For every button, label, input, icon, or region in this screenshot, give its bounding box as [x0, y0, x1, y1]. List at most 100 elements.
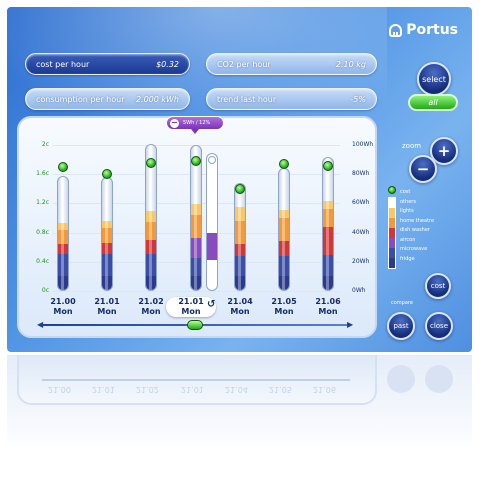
cost-button[interactable]: cost — [425, 273, 451, 299]
reflection-past-button — [387, 365, 415, 393]
right-axis-tick: 100Wh — [352, 141, 374, 148]
x-axis-date: 21.06 — [315, 297, 341, 306]
co2-per-hour-label: CO2 per hour — [217, 59, 271, 69]
x-axis-date: 21.05 — [271, 297, 297, 306]
x-axis-label[interactable]: 21.00 Mon — [43, 297, 83, 317]
left-axis-tick: 1.2c — [36, 199, 49, 207]
legend-cost-dot — [388, 186, 396, 194]
bar-stack[interactable] — [322, 156, 334, 291]
bar-shine — [238, 183, 241, 290]
trend-last-hour-value: -5% — [350, 94, 366, 104]
callout-pointer — [191, 129, 199, 134]
x-axis-label[interactable]: 21.01 Mon — [171, 297, 211, 317]
callout-text: 5Wh / 12% — [183, 120, 211, 126]
bar-stack[interactable] — [101, 177, 113, 291]
cost-point[interactable] — [279, 158, 289, 169]
zoom-label: zoom — [402, 142, 422, 150]
scroll-left-arrow-icon[interactable]: ◀ — [37, 320, 43, 329]
bar-shine — [326, 157, 329, 290]
left-axis-tick: 0c — [41, 287, 49, 294]
x-axis-label[interactable]: 21.05 Mon — [264, 297, 304, 317]
reflection-track — [42, 379, 350, 381]
reflection-label: 21.01 — [92, 385, 115, 394]
left-axis-tick: 1.6c — [36, 170, 49, 178]
cost-per-hour-box[interactable]: cost per hour $0.32 — [25, 53, 190, 75]
right-axis-tick: 80Wh — [352, 170, 370, 178]
trend-last-hour-box[interactable]: trend last hour -5% — [206, 88, 377, 110]
legend-item-microwave: microwave — [400, 246, 428, 252]
x-axis-day: Mon — [181, 307, 201, 316]
bar-shine — [282, 169, 285, 290]
x-axis-date: 21.01 — [178, 297, 204, 306]
x-axis-day: Mon — [141, 307, 161, 316]
x-axis-label[interactable]: 21.01 Mon — [87, 297, 127, 317]
undo-icon[interactable]: ↺ — [207, 299, 215, 310]
right-axis-tick: 20Wh — [352, 257, 370, 265]
comparison-segment — [207, 232, 217, 261]
zoom-out-button[interactable]: − — [409, 155, 437, 183]
left-axis-tick: 0.8c — [36, 228, 49, 236]
x-axis-date: 21.00 — [50, 297, 76, 306]
left-axis-tick: 0.4c — [36, 257, 49, 265]
x-axis-day: Mon — [318, 307, 338, 316]
x-axis-day: Mon — [230, 307, 250, 316]
compare-label: compare — [391, 300, 413, 306]
portus-logo: Portus — [389, 22, 458, 38]
consumption-per-hour-box[interactable]: consumption per hour 2.000 kWh — [25, 88, 190, 110]
select-button[interactable]: select — [417, 62, 451, 96]
right-axis-tick: 0Wh — [352, 287, 366, 294]
reflection-close-button — [425, 365, 453, 393]
bar-shine — [61, 176, 64, 290]
legend-color-bar — [388, 197, 396, 269]
consumption-per-hour-value: 2.000 kWh — [135, 94, 179, 104]
comparison-bar[interactable] — [206, 153, 218, 291]
reflection-label: 21.06 — [313, 385, 336, 394]
all-button[interactable]: all — [408, 94, 458, 111]
bar-stack[interactable] — [234, 182, 246, 291]
minus-icon[interactable]: − — [170, 118, 179, 128]
legend-item-aircon: aircon — [400, 236, 416, 243]
timeline-thumb[interactable] — [187, 320, 203, 330]
x-axis-date: 21.04 — [227, 297, 253, 306]
bar-shine — [105, 178, 108, 290]
x-axis-day: Mon — [274, 307, 294, 316]
cost-per-hour-value: $0.32 — [156, 59, 179, 69]
legend-item-cost: cost — [400, 189, 411, 195]
co2-per-hour-box[interactable]: CO2 per hour 2.10 kg — [206, 53, 377, 75]
reflection-label: 21.02 — [136, 385, 159, 394]
x-axis-day: Mon — [97, 307, 117, 316]
brand-name: Portus — [406, 22, 458, 38]
close-button[interactable]: close — [425, 312, 453, 340]
reflection-label: 21.00 — [48, 385, 71, 394]
bar-stack[interactable] — [57, 175, 69, 291]
right-axis-tick: 40Wh — [352, 228, 370, 236]
co2-per-hour-value: 2.10 kg — [335, 59, 366, 69]
cost-point[interactable] — [58, 161, 68, 172]
cost-per-hour-label: cost per hour — [36, 59, 90, 69]
left-axis-tick: 2c — [41, 141, 49, 148]
reflection-label: 21.05 — [269, 385, 292, 394]
cost-point[interactable] — [191, 156, 201, 167]
x-axis-date: 21.02 — [138, 297, 164, 306]
x-axis-label[interactable]: 21.02 Mon — [131, 297, 171, 317]
consumption-per-hour-label: consumption per hour — [36, 94, 125, 104]
scroll-right-arrow-icon[interactable]: ▶ — [347, 320, 353, 329]
x-axis-label[interactable]: 21.06 Mon — [308, 297, 348, 317]
legend-item-dish-washer: dish washer — [400, 227, 430, 233]
bar-stack[interactable] — [190, 145, 202, 291]
x-axis-date: 21.01 — [94, 297, 120, 306]
portus-logo-icon — [389, 23, 403, 37]
legend-item-lights: lights — [400, 208, 414, 214]
reflection-label: 21.04 — [225, 385, 248, 394]
bar-stack[interactable] — [278, 168, 290, 291]
reflection-label: 21.01 — [181, 385, 204, 394]
x-axis-label[interactable]: 21.04 Mon — [220, 297, 260, 317]
past-button[interactable]: past — [387, 312, 415, 340]
gridline — [53, 291, 340, 292]
x-axis-day: Mon — [53, 307, 73, 316]
panel-reflection: 21.00 21.01 21.02 21.01 21.04 21.05 21.06 — [7, 355, 472, 475]
cost-point[interactable] — [235, 183, 245, 194]
right-axis-tick: 60Wh — [352, 199, 370, 207]
trend-last-hour-label: trend last hour — [217, 94, 277, 104]
comparison-cost-point[interactable] — [208, 155, 216, 164]
